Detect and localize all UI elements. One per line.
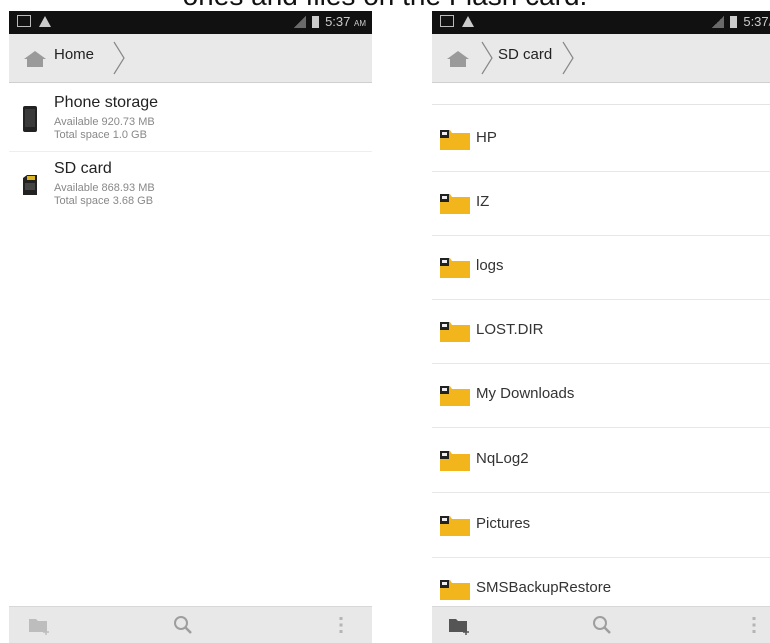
warning-icon xyxy=(39,15,51,27)
breadcrumb-chevron-icon xyxy=(562,41,574,75)
folder-name: Pictures xyxy=(476,515,531,532)
home-screen: 5:37 AM Home Phone storage Available 920… xyxy=(9,11,372,643)
folder-name: NqLog2 xyxy=(476,450,529,467)
clock: 5:37A xyxy=(743,14,770,29)
breadcrumb-sd-card[interactable]: SD card xyxy=(498,46,552,63)
battery-icon xyxy=(312,15,320,28)
image-notification-icon xyxy=(17,15,31,27)
signal-icon xyxy=(712,15,725,28)
overflow-menu-icon[interactable] xyxy=(329,613,353,637)
storage-item-phone[interactable]: Phone storage Available 920.73 MB Total … xyxy=(9,91,372,152)
folder-icon xyxy=(440,451,470,471)
storage-total: Total space 1.0 GB xyxy=(54,129,147,141)
folder-icon xyxy=(440,130,470,150)
storage-available: Available 868.93 MB xyxy=(54,182,155,194)
status-bar: 5:37 AM xyxy=(9,11,372,34)
bottom-action-bar xyxy=(432,606,770,643)
home-icon[interactable] xyxy=(446,50,470,68)
storage-item-sd-card[interactable]: SD card Available 868.93 MB Total space … xyxy=(9,156,372,216)
new-folder-icon[interactable] xyxy=(447,613,471,637)
clock: 5:37 AM xyxy=(325,14,366,29)
sd-card-icon xyxy=(23,175,37,195)
search-icon[interactable] xyxy=(171,613,195,637)
storage-title: SD card xyxy=(54,160,112,177)
folder-item[interactable]: IZ xyxy=(432,171,770,236)
breadcrumb: SD card xyxy=(432,34,770,83)
home-icon[interactable] xyxy=(23,50,47,68)
folder-item[interactable]: HP xyxy=(432,107,770,172)
overflow-menu-icon[interactable] xyxy=(742,613,766,637)
storage-available: Available 920.73 MB xyxy=(54,116,155,128)
new-folder-icon[interactable] xyxy=(27,613,51,637)
folder-icon xyxy=(440,580,470,600)
folder-icon xyxy=(440,322,470,342)
folder-name: IZ xyxy=(476,193,490,210)
breadcrumb-chevron-icon xyxy=(481,41,493,75)
folder-icon xyxy=(440,194,470,214)
folder-name: HP xyxy=(476,129,497,146)
status-bar: 5:37A xyxy=(432,11,770,34)
folder-icon xyxy=(440,386,470,406)
folder-item[interactable]: My Downloads xyxy=(432,363,770,428)
image-notification-icon xyxy=(440,15,454,27)
folder-name: LOST.DIR xyxy=(476,321,544,338)
folder-name: My Downloads xyxy=(476,385,575,402)
folder-name: logs xyxy=(476,257,504,274)
signal-icon xyxy=(294,15,307,28)
folder-item[interactable]: logs xyxy=(432,235,770,300)
folder-icon xyxy=(440,516,470,536)
folder-item[interactable]: NqLog2 xyxy=(432,428,770,493)
folder-name: SMSBackupRestore xyxy=(476,579,612,596)
folder-item[interactable]: Pictures xyxy=(432,493,770,558)
warning-icon xyxy=(462,15,474,27)
phone-storage-icon xyxy=(23,106,37,132)
bottom-action-bar xyxy=(9,606,372,643)
breadcrumb: Home xyxy=(9,34,372,83)
search-icon[interactable] xyxy=(590,613,614,637)
storage-title: Phone storage xyxy=(54,94,159,111)
folder-item[interactable]: LOST.DIR xyxy=(432,299,770,364)
battery-icon xyxy=(730,15,738,28)
sd-card-screen: 5:37A SD card HP IZ xyxy=(432,11,770,643)
breadcrumb-chevron-icon xyxy=(113,41,125,75)
breadcrumb-home[interactable]: Home xyxy=(54,46,94,63)
storage-total: Total space 3.68 GB xyxy=(54,195,154,207)
folder-icon xyxy=(440,258,470,278)
list-divider xyxy=(432,104,770,105)
